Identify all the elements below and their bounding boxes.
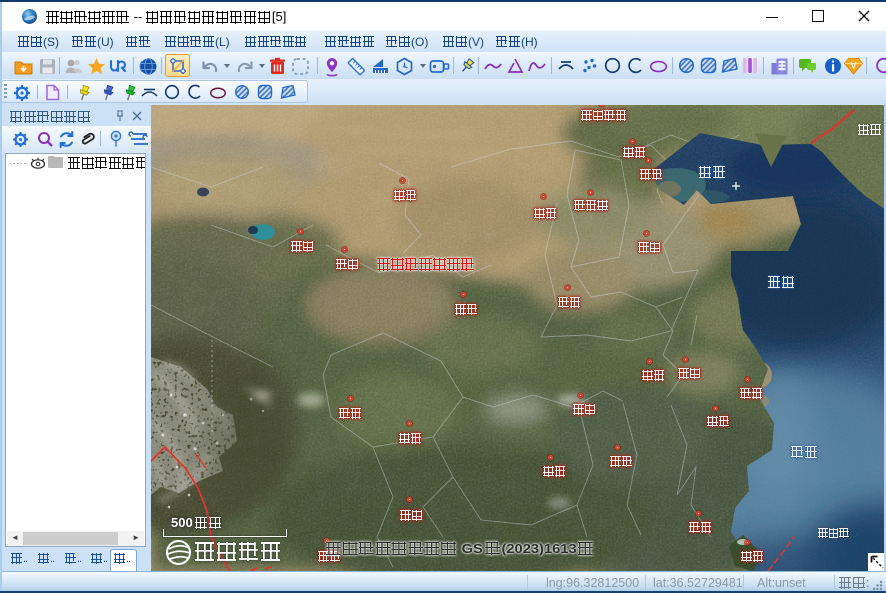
- svg-text:V: V: [850, 61, 856, 71]
